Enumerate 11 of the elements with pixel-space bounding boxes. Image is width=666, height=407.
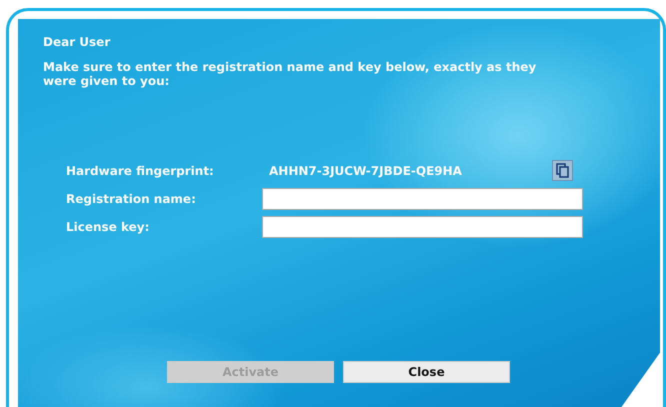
text-field[interactable] (262, 188, 583, 210)
copy-button[interactable] (552, 160, 573, 181)
greeting-text: Dear User (43, 35, 112, 49)
copy-icon (556, 163, 569, 178)
instructions-text: Make sure to enter the registration name and key below, exactly as they were given to you: (43, 60, 538, 88)
field-label: License key: (66, 220, 150, 234)
text-field[interactable] (262, 216, 583, 238)
field-label: Hardware fingerprint: (66, 164, 215, 178)
fingerprint-value: AHHN7-3JUCW-7JBDE-QE9HA (268, 164, 463, 178)
field-label: Registration name: (66, 192, 197, 206)
close-button[interactable]: Close (343, 361, 510, 383)
